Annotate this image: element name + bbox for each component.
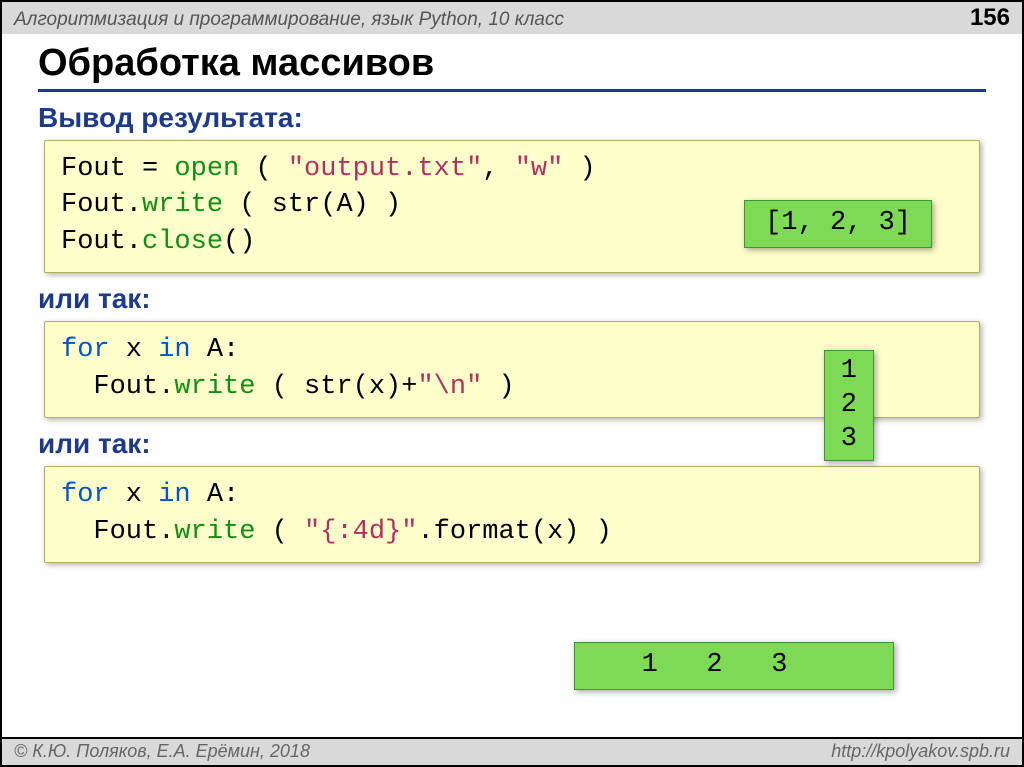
code-block-3: for x in A: Fout.write ( "{:4d}".format(…: [44, 466, 980, 563]
output-box-3: 1 2 3: [574, 642, 894, 690]
page-header: Алгоритмизация и программирование, язык …: [2, 2, 1022, 34]
page-number: 156: [970, 4, 1010, 32]
breadcrumb: Алгоритмизация и программирование, язык …: [14, 9, 564, 31]
footer-url: http://kpolyakov.spb.ru: [831, 741, 1010, 762]
page-footer: © К.Ю. Поляков, Е.А. Ерёмин, 2018 http:/…: [2, 737, 1022, 765]
slide-title: Обработка массивов: [38, 42, 986, 92]
copyright: © К.Ю. Поляков, Е.А. Ерёмин, 2018: [14, 741, 310, 762]
output-box-1: [1, 2, 3]: [744, 200, 932, 248]
section-heading-2: или так:: [38, 283, 986, 315]
output-box-2: 1 2 3: [824, 350, 874, 461]
slide-content: Обработка массивов Вывод результата: Fou…: [2, 34, 1022, 563]
section-heading-1: Вывод результата:: [38, 102, 986, 134]
